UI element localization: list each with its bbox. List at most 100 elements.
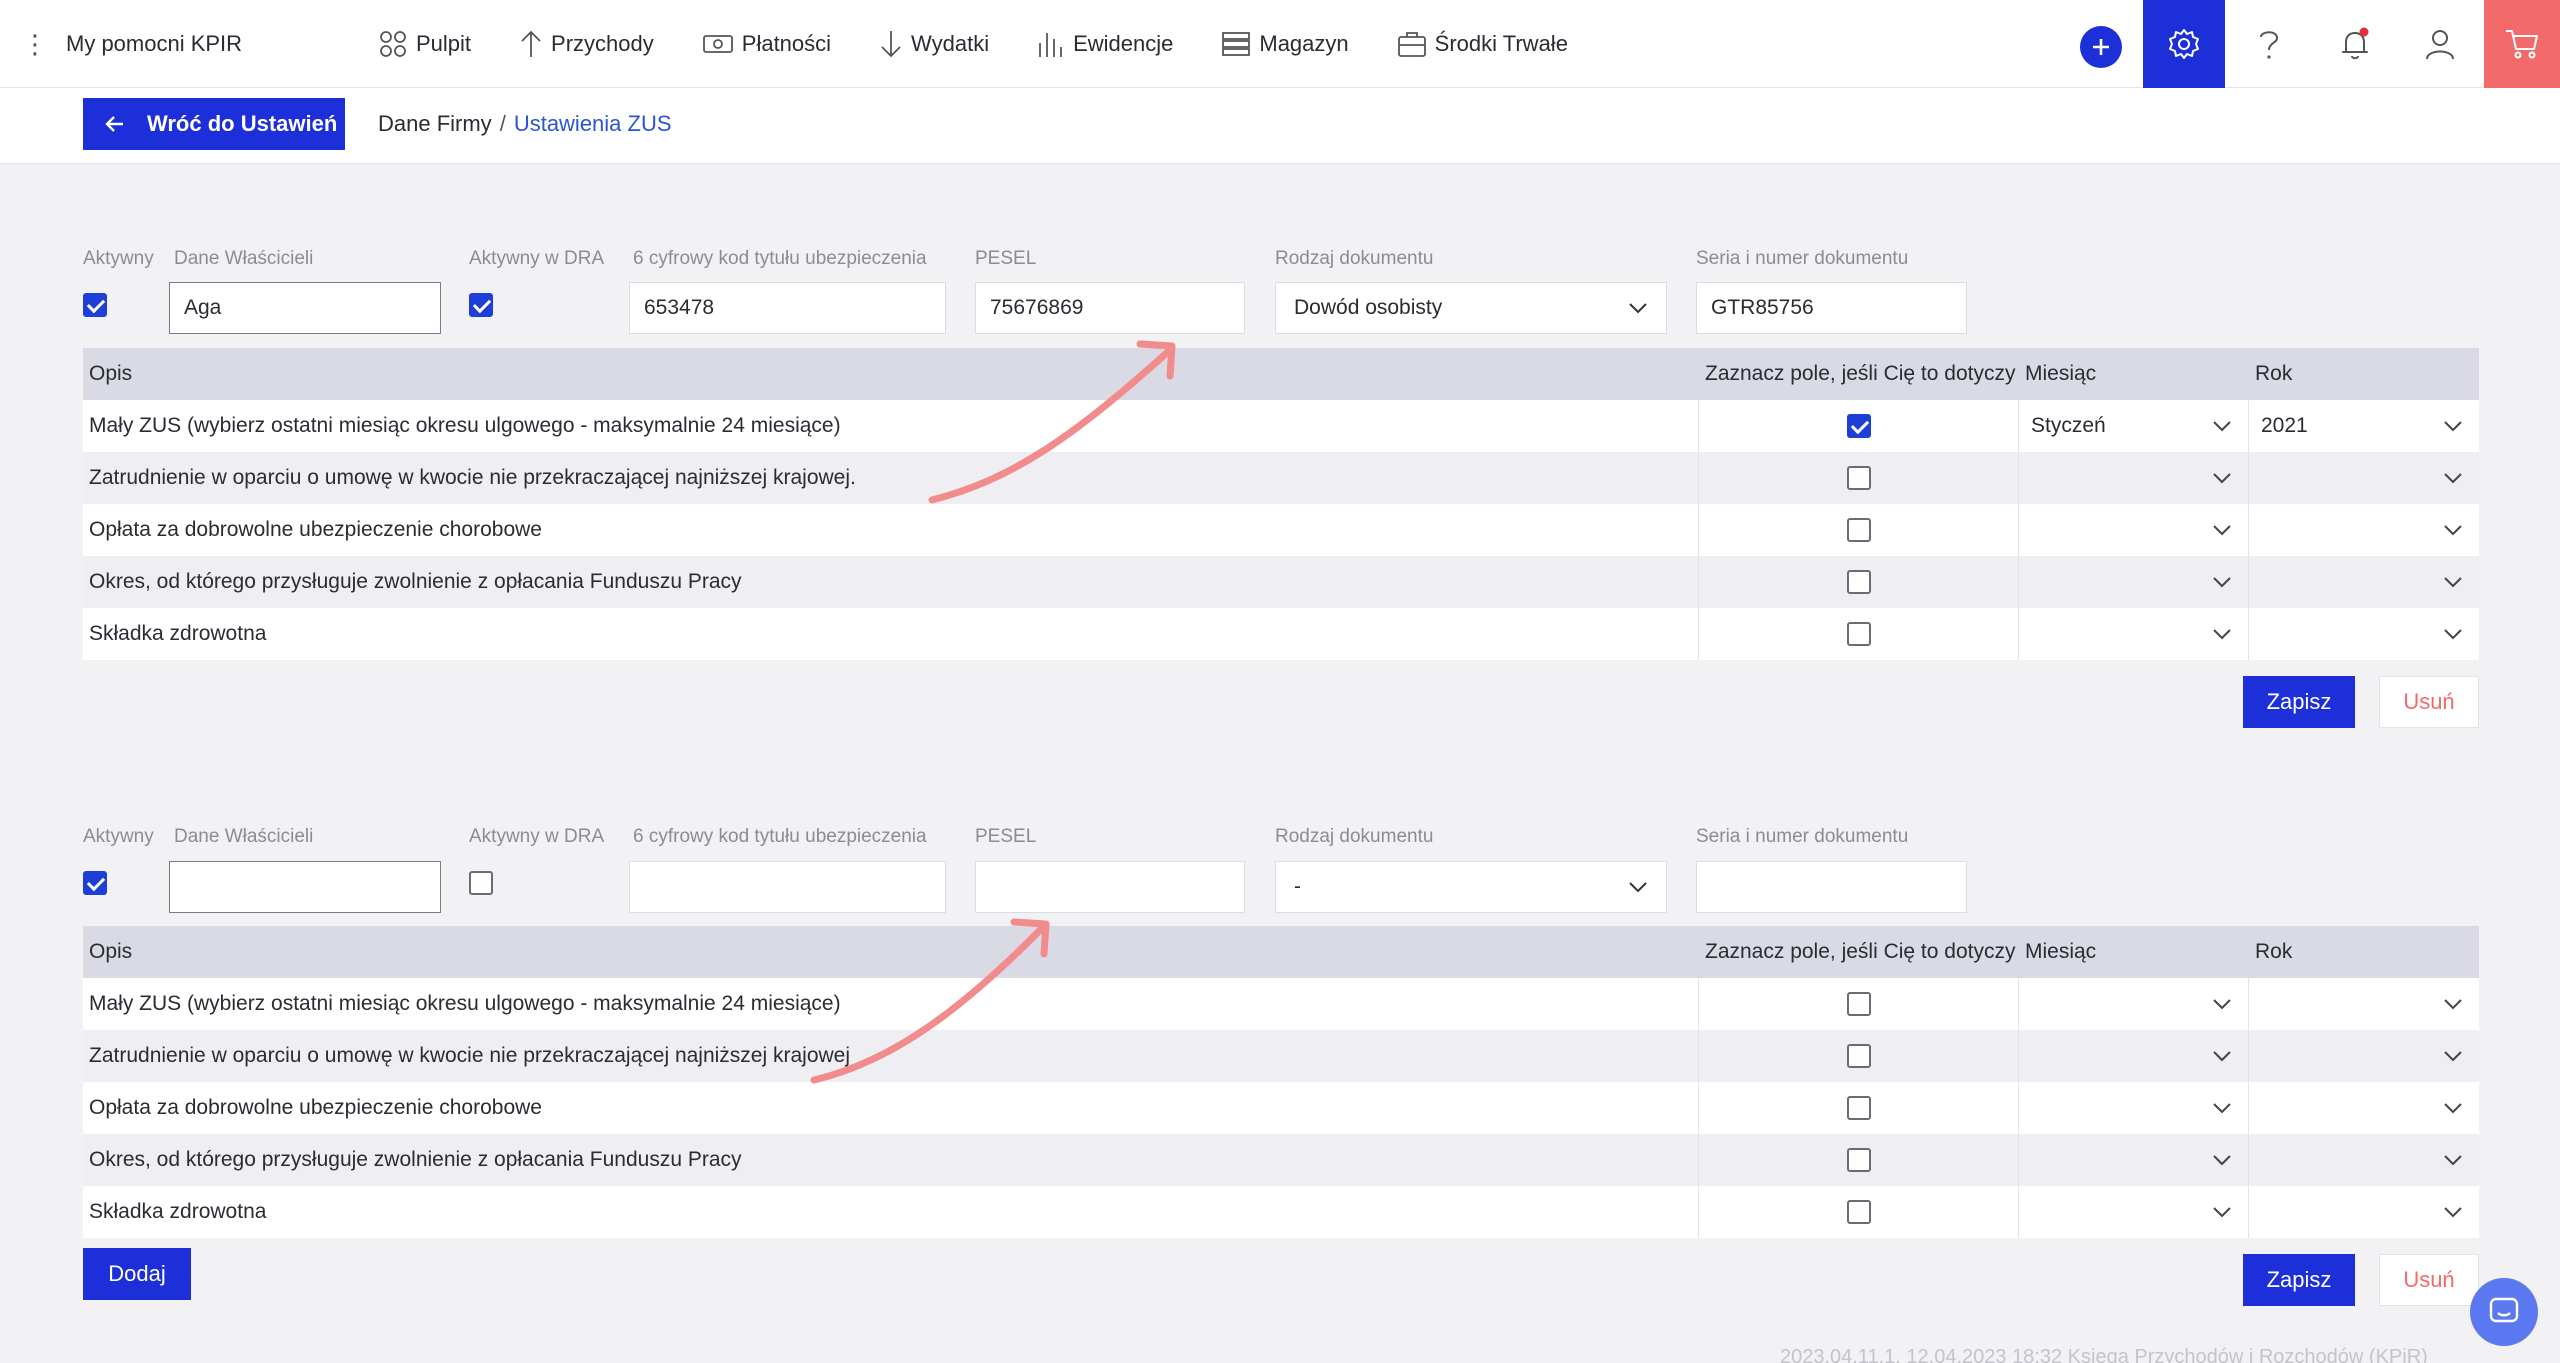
- chevron-down-icon: [2444, 629, 2462, 640]
- year-select[interactable]: [2249, 608, 2479, 660]
- user-button[interactable]: [2405, 0, 2475, 88]
- row-description: Składka zdrowotna: [83, 608, 1699, 660]
- breadcrumb-separator: /: [499, 111, 506, 136]
- delete-button-2[interactable]: Usuń: [2379, 1254, 2479, 1306]
- row-check-cell: [1699, 504, 2019, 556]
- doc-number-input[interactable]: [1696, 861, 1967, 913]
- nav-item-magazyn[interactable]: Magazyn: [1221, 29, 1349, 59]
- label-doc-number: Seria i numer dokumentu: [1696, 826, 1909, 847]
- nav-item-srodki-trwale[interactable]: Środki Trwałe: [1397, 29, 1568, 59]
- kebab-menu-icon[interactable]: ⋮: [22, 31, 48, 57]
- month-select[interactable]: [2019, 978, 2249, 1030]
- add-owner-button[interactable]: Dodaj: [83, 1248, 191, 1300]
- chevron-down-icon: [2444, 1207, 2462, 1218]
- cart-button[interactable]: [2484, 0, 2560, 88]
- annotation-arrow-2: [810, 918, 1050, 1084]
- label-active: Aktywny: [83, 248, 154, 269]
- nav-item-pulpit[interactable]: Pulpit: [378, 29, 471, 59]
- chat-button[interactable]: [2470, 1278, 2538, 1346]
- row-checkbox[interactable]: [1846, 992, 1871, 1016]
- year-select[interactable]: [2249, 1030, 2479, 1082]
- row-checkbox[interactable]: [1846, 1044, 1871, 1068]
- nav-item-wydatki[interactable]: Wydatki: [879, 29, 989, 59]
- doc-type-value: Dowód osobisty: [1294, 296, 1443, 319]
- month-select[interactable]: Styczeń: [2019, 400, 2249, 452]
- chevron-down-icon: [1629, 303, 1647, 314]
- row-checkbox[interactable]: [1846, 466, 1871, 490]
- label-doc-number: Seria i numer dokumentu: [1696, 248, 1909, 269]
- year-select[interactable]: [2249, 1082, 2479, 1134]
- row-checkbox[interactable]: [1846, 622, 1871, 646]
- active-dra-checkbox[interactable]: [469, 871, 493, 895]
- month-value: Styczeń: [2031, 414, 2106, 437]
- pesel-input[interactable]: 75676869: [975, 282, 1245, 334]
- row-checkbox[interactable]: [1846, 414, 1871, 438]
- month-select[interactable]: [2019, 452, 2249, 504]
- year-select[interactable]: 2021: [2249, 400, 2479, 452]
- month-select[interactable]: [2019, 1186, 2249, 1238]
- doc-type-select[interactable]: Dowód osobisty: [1275, 282, 1667, 334]
- active-dra-checkbox[interactable]: [469, 293, 493, 317]
- chevron-down-icon: [2213, 1207, 2231, 1218]
- insurance-code-input[interactable]: 653478: [629, 282, 946, 334]
- notifications-button[interactable]: [2320, 0, 2390, 88]
- month-select[interactable]: [2019, 1030, 2249, 1082]
- row-checkbox[interactable]: [1846, 1148, 1871, 1172]
- owner-input[interactable]: Aga: [169, 282, 441, 334]
- doc-number-input[interactable]: GTR85756: [1696, 282, 1967, 334]
- insurance-code-input[interactable]: [629, 861, 946, 913]
- nav-item-platnosci[interactable]: Płatności: [702, 29, 831, 59]
- row-checkbox[interactable]: [1846, 518, 1871, 542]
- doc-type-select[interactable]: -: [1275, 861, 1667, 913]
- month-select[interactable]: [2019, 1134, 2249, 1186]
- save-button-1[interactable]: Zapisz: [2243, 676, 2355, 728]
- label-code: 6 cyfrowy kod tytułu ubezpieczenia: [633, 826, 927, 847]
- month-select[interactable]: [2019, 1082, 2249, 1134]
- active-checkbox[interactable]: [83, 871, 107, 895]
- chart-bars-icon: [1039, 33, 1062, 57]
- owner-input[interactable]: [169, 861, 441, 913]
- row-description: Okres, od którego przysługuje zwolnienie…: [83, 1134, 1699, 1186]
- back-label: Wróć do Ustawień: [147, 111, 338, 136]
- row-checkbox[interactable]: [1846, 1200, 1871, 1224]
- year-select[interactable]: [2249, 452, 2479, 504]
- breadcrumb-parent[interactable]: Dane Firmy: [378, 111, 492, 137]
- back-to-settings-button[interactable]: Wróć do Ustawień: [83, 98, 345, 150]
- delete-button-1[interactable]: Usuń: [2379, 676, 2479, 728]
- add-button[interactable]: [2080, 26, 2122, 68]
- row-checkbox[interactable]: [1846, 1096, 1871, 1120]
- brand[interactable]: ⋮ My pomocni KPIR: [22, 0, 242, 88]
- chevron-down-icon: [2444, 473, 2462, 484]
- row-check-cell: [1699, 400, 2019, 452]
- row-check-cell: [1699, 1030, 2019, 1082]
- brand-name: My pomocni KPIR: [66, 31, 243, 56]
- year-select[interactable]: [2249, 1186, 2479, 1238]
- table-row: Okres, od którego przysługuje zwolnienie…: [83, 556, 2479, 608]
- label-active-dra: Aktywny w DRA: [469, 826, 605, 847]
- month-select[interactable]: [2019, 504, 2249, 556]
- settings-button[interactable]: [2143, 0, 2225, 88]
- save-button-2[interactable]: Zapisz: [2243, 1254, 2355, 1306]
- th-month: Miesiąc: [2025, 362, 2097, 385]
- nav-item-ewidencje[interactable]: Ewidencje: [1037, 29, 1173, 59]
- nav-label: Przychody: [551, 31, 654, 56]
- nav-item-przychody[interactable]: Przychody: [519, 29, 654, 59]
- th-check: Zaznacz pole, jeśli Cię to dotyczy: [1705, 940, 2016, 963]
- label-owner: Dane Właścicieli: [174, 248, 314, 269]
- year-select[interactable]: [2249, 1134, 2479, 1186]
- year-select[interactable]: [2249, 504, 2479, 556]
- label-active-dra: Aktywny w DRA: [469, 248, 605, 269]
- label-doc-type: Rodzaj dokumentu: [1275, 248, 1434, 269]
- month-select[interactable]: [2019, 608, 2249, 660]
- active-checkbox[interactable]: [83, 293, 107, 317]
- table-row: Składka zdrowotna: [83, 608, 2479, 660]
- breadcrumb-current: Ustawienia ZUS: [513, 111, 672, 136]
- year-select[interactable]: [2249, 978, 2479, 1030]
- year-select[interactable]: [2249, 556, 2479, 608]
- pesel-input[interactable]: [975, 861, 1245, 913]
- row-description: Opłata za dobrowolne ubezpieczenie choro…: [83, 504, 1699, 556]
- month-select[interactable]: [2019, 556, 2249, 608]
- plus-icon: [2093, 39, 2109, 55]
- help-button[interactable]: [2234, 0, 2304, 88]
- row-checkbox[interactable]: [1846, 570, 1871, 594]
